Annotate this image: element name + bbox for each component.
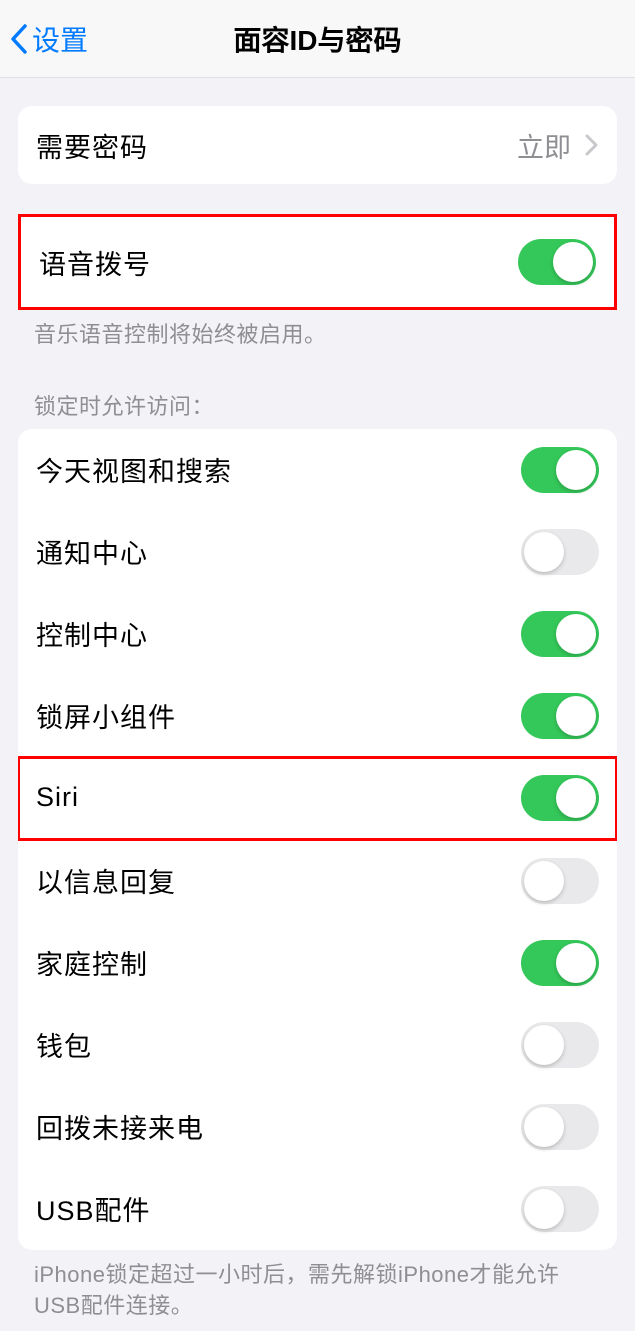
lock-access-toggle[interactable] xyxy=(521,693,599,739)
toggle-knob xyxy=(556,450,596,490)
lock-access-label: 回拨未接来电 xyxy=(36,1107,204,1146)
voice-dial-footer: 音乐语音控制将始终被启用。 xyxy=(0,310,635,361)
require-passcode-label: 需要密码 xyxy=(36,126,148,165)
lock-access-toggle[interactable] xyxy=(521,940,599,986)
lock-access-row: 通知中心 xyxy=(18,511,617,593)
lock-access-row: 锁屏小组件 xyxy=(18,675,617,757)
lock-access-label: 锁屏小组件 xyxy=(36,696,176,735)
lock-access-row: 控制中心 xyxy=(18,593,617,675)
page-title: 面容ID与密码 xyxy=(233,19,401,59)
toggle-knob xyxy=(556,778,596,818)
lock-access-row: USB配件 xyxy=(18,1168,617,1250)
lock-access-toggle[interactable] xyxy=(521,1104,599,1150)
toggle-knob xyxy=(524,1107,564,1147)
lock-access-label: 钱包 xyxy=(36,1025,92,1064)
require-passcode-value: 立即 xyxy=(517,126,571,165)
lock-access-toggle[interactable] xyxy=(521,775,599,821)
chevron-right-icon xyxy=(585,134,599,156)
voice-dial-label: 语音拨号 xyxy=(39,243,151,282)
lock-access-label: USB配件 xyxy=(36,1189,151,1228)
lock-access-label: 通知中心 xyxy=(36,532,148,571)
lock-access-label: 家庭控制 xyxy=(36,943,148,982)
toggle-knob xyxy=(553,242,593,282)
lock-access-toggle[interactable] xyxy=(521,447,599,493)
lock-access-row: 钱包 xyxy=(18,1004,617,1086)
back-button[interactable]: 设置 xyxy=(8,19,88,59)
lock-access-toggle[interactable] xyxy=(521,1186,599,1232)
toggle-knob xyxy=(556,943,596,983)
require-passcode-row[interactable]: 需要密码 立即 xyxy=(18,106,617,184)
lock-access-footer: iPhone锁定超过一小时后，需先解锁iPhone才能允许USB配件连接。 xyxy=(0,1250,635,1331)
lock-access-header: 锁定时允许访问： xyxy=(0,361,635,429)
lock-access-toggle[interactable] xyxy=(521,529,599,575)
lock-access-label: 以信息回复 xyxy=(36,861,176,900)
lock-access-row: 今天视图和搜索 xyxy=(18,429,617,511)
lock-access-label: 控制中心 xyxy=(36,614,148,653)
content-area: 需要密码 立即 语音拨号 音乐语音控制将始终被启用。 锁定时允许访问： 今天视图… xyxy=(0,106,635,1331)
lock-access-toggle[interactable] xyxy=(521,1022,599,1068)
chevron-left-icon xyxy=(8,22,30,56)
lock-access-row: 回拨未接来电 xyxy=(18,1086,617,1168)
voice-dial-row: 语音拨号 xyxy=(21,217,614,307)
lock-access-row: 以信息回复 xyxy=(18,840,617,922)
toggle-knob xyxy=(556,696,596,736)
lock-access-group: 今天视图和搜索通知中心控制中心锁屏小组件 Siri 以信息回复家庭控制钱包回拨未接来… xyxy=(18,429,617,1250)
back-label: 设置 xyxy=(32,19,88,59)
lock-access-toggle[interactable] xyxy=(521,858,599,904)
lock-access-toggle[interactable] xyxy=(521,611,599,657)
lock-access-row: Siri xyxy=(18,757,617,840)
toggle-knob xyxy=(556,614,596,654)
voice-dial-toggle[interactable] xyxy=(518,239,596,285)
require-passcode-value-container: 立即 xyxy=(517,126,599,165)
toggle-knob xyxy=(524,532,564,572)
toggle-knob xyxy=(524,1025,564,1065)
lock-access-row: 家庭控制 xyxy=(18,922,617,1004)
toggle-knob xyxy=(524,861,564,901)
toggle-knob xyxy=(524,1189,564,1229)
header-bar: 设置 面容ID与密码 xyxy=(0,0,635,78)
lock-access-label: Siri xyxy=(36,782,79,813)
passcode-group: 需要密码 立即 xyxy=(18,106,617,184)
lock-access-label: 今天视图和搜索 xyxy=(36,450,232,489)
voice-dial-group: 语音拨号 xyxy=(18,214,617,310)
